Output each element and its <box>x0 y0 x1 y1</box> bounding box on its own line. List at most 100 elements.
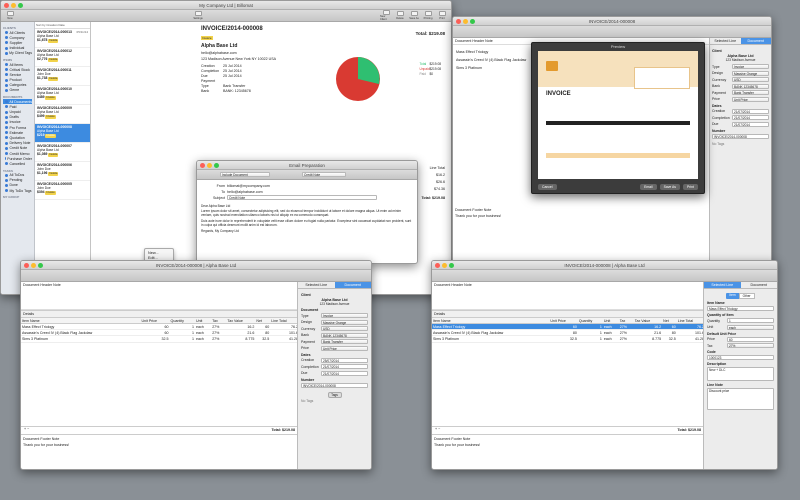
to-field[interactable]: hello@alphabase.com <box>227 190 263 194</box>
price-select[interactable]: Unit Price <box>321 345 368 351</box>
list-item[interactable]: INVOICE/2014-000011 John Doe $1,738 Invoic… <box>35 67 90 86</box>
close-window-button[interactable] <box>435 263 440 268</box>
tab-document[interactable]: Document <box>740 38 771 44</box>
subject-field[interactable]: Credit Note <box>227 195 377 200</box>
table-footer: + − Total: $219.08 <box>432 426 705 433</box>
creation-date-field[interactable]: 21/07/2014 <box>732 108 769 114</box>
minimize-window-button[interactable] <box>31 263 36 268</box>
tags-label: No Tags <box>712 141 725 146</box>
email-body[interactable]: Dear Alpha Base Ltd Lorem ipsum dolor si… <box>197 204 417 233</box>
document-total: Total: $219.08 <box>271 428 295 432</box>
minimize-window-button[interactable] <box>207 163 212 168</box>
number-field[interactable]: INVOICE/2014-000008 <box>712 133 769 139</box>
sidebar-item-client-tags[interactable]: My Client Tags <box>3 51 32 56</box>
settings-button[interactable]: Settings <box>192 11 204 20</box>
cancel-button[interactable]: Cancel <box>538 184 557 190</box>
minimize-window-button[interactable] <box>463 19 468 24</box>
sidebar-item-purchase-order[interactable]: Purchase Order <box>3 156 32 161</box>
template-select[interactable]: Credit Note <box>302 172 346 177</box>
new-button[interactable]: New <box>4 11 16 20</box>
close-window-button[interactable] <box>456 19 461 24</box>
number-field[interactable]: INVOICE/2014-000008 <box>301 382 368 388</box>
list-sort-header[interactable]: Sort by Creation Date <box>35 22 90 29</box>
document-total: Total: $219.08 <box>677 428 701 432</box>
tab-document[interactable]: Document <box>334 282 371 288</box>
header-note[interactable]: Document Header Note <box>432 282 705 310</box>
creation-date-field[interactable]: 25/07/2014 <box>321 357 368 363</box>
sidebar-item-todo-tags[interactable]: My ToDo Tags <box>3 188 32 193</box>
header-note[interactable]: Document Header Note <box>21 282 299 310</box>
list-item[interactable]: INVOICE/2014-000009 Alpha Base Ltd $499 In… <box>35 105 90 124</box>
payment-select[interactable]: Bank Transfer <box>732 90 769 95</box>
unit-select[interactable]: each <box>727 324 774 330</box>
table-row[interactable]: Sims 3 Platinum 32.5 1 each 27% 8.775 32.5 41.2… <box>432 335 705 343</box>
list-item[interactable]: INVOICE/2014-000005 John Doe $394 Invoice <box>35 181 90 200</box>
minimize-window-button[interactable] <box>442 263 447 268</box>
zoom-window-button[interactable] <box>470 19 475 24</box>
bank-select[interactable]: BANK 12345678 <box>732 83 769 89</box>
table-row[interactable]: Sims 3 Platinum 32.5 1 each 27% 8.775 32.5 41.2… <box>21 335 299 343</box>
sidebar-item-genre[interactable]: Genre <box>3 88 32 93</box>
currency-select[interactable]: USD <box>321 326 368 331</box>
zoom-window-button[interactable] <box>214 163 219 168</box>
email-button[interactable]: Email <box>640 184 657 190</box>
close-window-button[interactable] <box>200 163 205 168</box>
print-button[interactable]: Print <box>436 11 448 20</box>
due-date-field[interactable]: 21/07/2014 <box>732 121 769 127</box>
price-select[interactable]: Unit Price <box>732 96 769 102</box>
type-select[interactable]: Invoice <box>732 64 769 69</box>
printing-button[interactable]: Printing <box>422 11 434 20</box>
tax-select[interactable]: 27% <box>727 343 774 348</box>
list-item[interactable]: INVOICE/2014-000012 Alpha Base Ltd $2,776 … <box>35 48 90 67</box>
minimize-window-button[interactable] <box>11 3 16 8</box>
add-line-button[interactable]: + − <box>24 427 29 431</box>
tab-document[interactable]: Document <box>741 282 778 288</box>
price-field[interactable]: 60 <box>727 336 774 342</box>
currency-select[interactable]: USD <box>732 77 769 82</box>
tab-selected-line[interactable]: Selected Line <box>710 38 741 44</box>
type-select[interactable]: Invoice <box>321 313 368 318</box>
item-name-field[interactable]: Mass Effect Triology <box>707 306 774 311</box>
zoom-window-button[interactable] <box>38 263 43 268</box>
list-item[interactable]: INVOICE/2014-000007 Alpha Base Ltd $1,089 … <box>35 143 90 162</box>
list-item[interactable]: INVOICE/2014-000010 Alpha Base Ltd $489 In… <box>35 86 90 105</box>
completion-date-field[interactable]: 21/07/2014 <box>321 364 368 369</box>
due-date-field[interactable]: 21/07/2014 <box>321 370 368 376</box>
close-window-button[interactable] <box>4 3 9 8</box>
panel-tabs: Selected Line Document <box>710 38 771 45</box>
bank-select[interactable]: BANK 12345678 <box>321 332 368 338</box>
tab-selected-line[interactable]: Selected Line <box>704 282 741 288</box>
delete-button[interactable]: Delete <box>394 11 406 20</box>
list-item-selected[interactable]: INVOICE/2014-000008 Alpha Base Ltd $219 In… <box>35 124 90 143</box>
completion-date-field[interactable]: 21/07/2014 <box>732 115 769 120</box>
payment-select[interactable]: Bank Transfer <box>321 339 368 344</box>
client-email[interactable]: hello@alphabase.com <box>201 51 447 55</box>
zoom-window-button[interactable] <box>18 3 23 8</box>
tags-button[interactable]: Tags <box>327 391 342 398</box>
zoom-window-button[interactable] <box>449 263 454 268</box>
list-item[interactable]: INVOICE/2014-000006 John Doe $1,196 Invoic… <box>35 162 90 181</box>
invoice-table-header <box>546 121 690 125</box>
save-as-button[interactable]: Save As <box>659 184 681 190</box>
sidebar-item-cancelled[interactable]: Cancelled <box>3 161 32 166</box>
design-select[interactable]: Massive Orange <box>732 70 769 76</box>
line-note-field[interactable]: Discount price <box>707 388 774 410</box>
tab-selected-line[interactable]: Selected Line <box>298 282 335 288</box>
item-toggle[interactable]: Item <box>726 293 739 299</box>
logo-shape <box>546 61 558 71</box>
description-field[interactable]: New + DLC <box>707 367 774 381</box>
code-field[interactable]: 1000123 <box>707 355 774 360</box>
save-as-button[interactable]: Save As <box>408 11 420 20</box>
footer-note[interactable]: Document Footer Note Thank you for your … <box>21 434 299 449</box>
quantity-stepper[interactable]: 1 <box>727 318 774 323</box>
footer-note[interactable]: Document Footer Note Thank you for your … <box>432 434 705 449</box>
print-button[interactable]: Print <box>683 184 698 190</box>
other-toggle[interactable]: Other <box>738 293 755 299</box>
list-item[interactable]: INVOICE/2014-000013 05/11/14 Alpha Base Lt… <box>35 29 90 48</box>
close-window-button[interactable] <box>24 263 29 268</box>
new-client-button[interactable]: New Client <box>380 9 392 21</box>
include-document-select[interactable]: Include Document <box>220 172 270 177</box>
add-line-button[interactable]: + − <box>435 427 440 431</box>
from-field[interactable]: billomat@mycompany.com <box>227 184 270 188</box>
design-select[interactable]: Massive Orange <box>321 319 368 325</box>
